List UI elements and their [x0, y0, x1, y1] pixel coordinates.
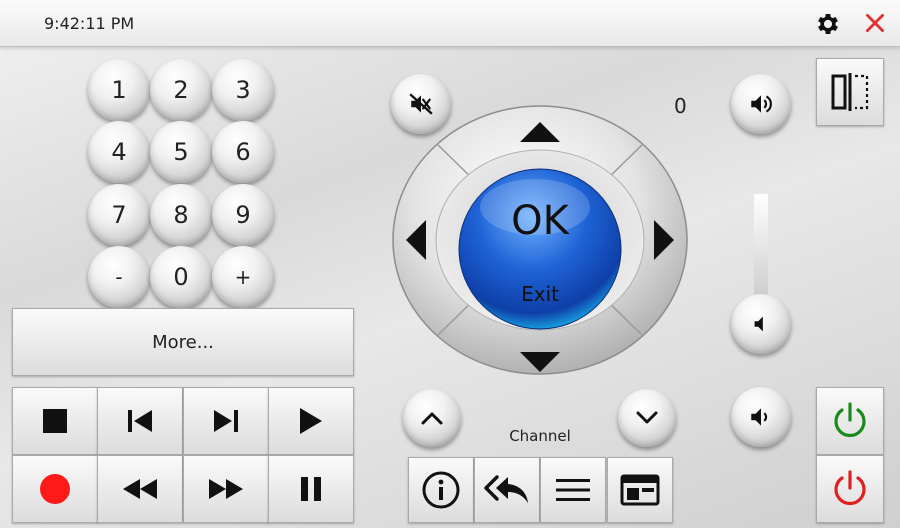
close-icon[interactable]	[862, 10, 888, 36]
keypad-label: 9	[235, 201, 251, 229]
play-button[interactable]	[268, 387, 354, 455]
menu-icon	[556, 479, 590, 501]
guide-icon	[620, 474, 660, 506]
next-button[interactable]	[183, 387, 269, 455]
chevron-down-icon	[636, 411, 658, 424]
rewind-icon	[123, 479, 157, 499]
volume-up-button[interactable]	[731, 74, 791, 134]
keypad-label: 1	[111, 76, 127, 104]
keypad-label: +	[234, 265, 252, 289]
back-button[interactable]	[474, 457, 540, 523]
keypad-label: -	[115, 265, 123, 289]
keypad-button-8[interactable]: 8	[150, 184, 212, 246]
skip-previous-icon	[128, 410, 152, 432]
menu-button[interactable]	[540, 457, 606, 523]
keypad-button-0[interactable]: 0	[150, 246, 212, 308]
keypad-button-dash[interactable]: -	[88, 246, 150, 308]
power-on-button[interactable]	[816, 387, 884, 455]
chevron-up-icon	[421, 412, 443, 425]
split-view-button[interactable]	[816, 58, 884, 126]
keypad-button-7[interactable]: 7	[88, 184, 150, 246]
volume-value: 0	[674, 94, 687, 118]
keypad-button-plus[interactable]: +	[212, 246, 274, 308]
volume-up-icon	[751, 95, 772, 113]
title-bar: 9:42:11 PM	[0, 0, 900, 47]
skip-next-icon	[214, 410, 238, 432]
keypad-label: 7	[111, 201, 127, 229]
clock: 9:42:11 PM	[44, 14, 135, 33]
stop-button[interactable]	[12, 387, 98, 455]
more-button[interactable]: More...	[12, 308, 354, 376]
keypad-label: 4	[111, 138, 127, 166]
split-view-icon	[831, 73, 869, 111]
power-on-icon	[834, 402, 866, 438]
keypad-button-2[interactable]: 2	[150, 59, 212, 121]
keypad-label: 0	[173, 263, 189, 291]
pause-button[interactable]	[268, 455, 354, 523]
power-off-icon	[834, 470, 866, 506]
keypad-button-6[interactable]: 6	[212, 121, 274, 183]
ok-label: OK	[511, 198, 569, 244]
keypad-label: 8	[173, 201, 189, 229]
info-button[interactable]	[408, 457, 474, 523]
keypad-button-1[interactable]: 1	[88, 59, 150, 121]
keypad-button-5[interactable]: 5	[150, 121, 212, 183]
volume-slider-track[interactable]	[754, 194, 768, 306]
channel-down-button[interactable]	[618, 389, 676, 447]
fast-forward-icon	[209, 479, 243, 499]
keypad-button-4[interactable]: 4	[88, 121, 150, 183]
volume-down-icon	[751, 408, 768, 426]
keypad-label: 2	[173, 76, 189, 104]
keypad-button-9[interactable]: 9	[212, 184, 274, 246]
pause-icon	[301, 477, 321, 501]
channel-label: Channel	[509, 427, 571, 445]
info-icon	[422, 471, 460, 509]
exit-label[interactable]: Exit	[500, 282, 580, 306]
rewind-button[interactable]	[97, 455, 183, 523]
stop-icon	[43, 409, 67, 433]
keypad-label: 6	[235, 138, 251, 166]
previous-button[interactable]	[97, 387, 183, 455]
power-off-button[interactable]	[816, 455, 884, 523]
reply-all-icon	[484, 475, 528, 503]
more-label: More...	[152, 331, 214, 353]
record-button[interactable]	[12, 455, 98, 523]
record-icon	[40, 474, 70, 504]
guide-button[interactable]	[607, 457, 673, 523]
volume-down-button[interactable]	[731, 387, 791, 447]
gear-icon[interactable]	[814, 10, 842, 38]
keypad-label: 3	[235, 76, 251, 104]
play-icon	[300, 408, 322, 434]
keypad-label: 5	[173, 138, 189, 166]
keypad-button-3[interactable]: 3	[212, 59, 274, 121]
volume-slider-knob[interactable]	[731, 294, 791, 354]
volume-low-icon	[754, 316, 763, 332]
channel-up-button[interactable]	[403, 389, 461, 447]
fast-forward-button[interactable]	[183, 455, 269, 523]
